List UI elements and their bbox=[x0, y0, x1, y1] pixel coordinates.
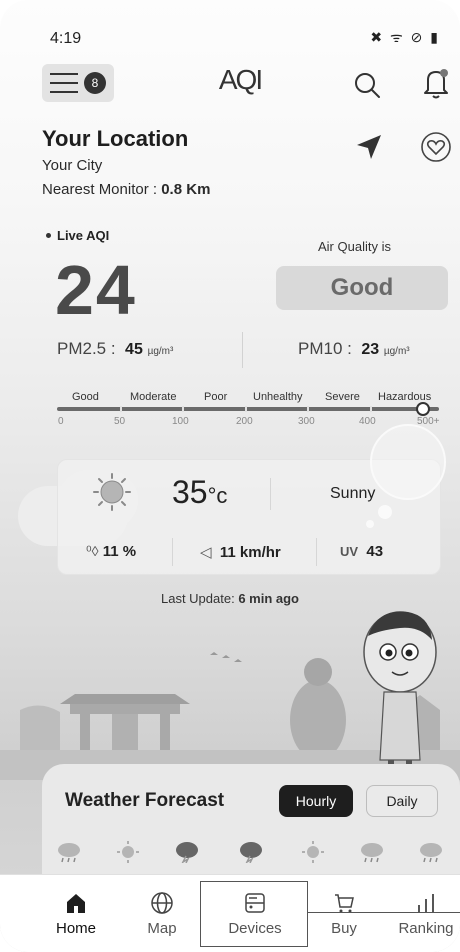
divider bbox=[270, 478, 271, 510]
menu-button[interactable]: 8 bbox=[42, 64, 114, 102]
scale-num: 50 bbox=[114, 416, 126, 427]
scale-num: 100 bbox=[172, 416, 189, 427]
highlight-line bbox=[308, 912, 460, 913]
uv-index: UV 43 bbox=[340, 543, 383, 560]
rain-cloud-icon bbox=[58, 843, 80, 863]
avatar: 8 bbox=[84, 72, 106, 94]
pm25-unit: µg/m³ bbox=[147, 346, 174, 357]
sun-icon bbox=[302, 841, 324, 863]
scale-num: 0 bbox=[58, 416, 64, 427]
nav-home-label: Home bbox=[55, 920, 96, 937]
scale-label-severe: Severe bbox=[325, 391, 360, 403]
scale-label-unhealthy: Unhealthy bbox=[253, 391, 303, 403]
divider bbox=[172, 538, 173, 566]
nav-map-label: Map bbox=[147, 920, 177, 937]
scale-label-good: Good bbox=[72, 391, 99, 403]
daily-tab-button[interactable]: Daily bbox=[366, 785, 438, 817]
location-city: Your City bbox=[42, 157, 103, 174]
bell-icon[interactable] bbox=[420, 66, 452, 100]
search-icon[interactable] bbox=[352, 70, 382, 100]
temperature-value: 35 bbox=[172, 474, 208, 510]
temperature-unit: °c bbox=[207, 483, 228, 508]
pm10-reading: PM10 : 23 µg/m³ bbox=[298, 339, 410, 359]
forecast-title: Weather Forecast bbox=[65, 790, 225, 811]
bubble-decoration bbox=[370, 424, 446, 500]
favorite-heart-icon[interactable] bbox=[419, 131, 453, 163]
sun-icon bbox=[117, 841, 139, 863]
scale-label-poor: Poor bbox=[204, 391, 228, 403]
monitor-distance: 0.8 Km bbox=[161, 181, 211, 198]
weather-condition: Sunny bbox=[330, 485, 376, 502]
scale-num: 300 bbox=[298, 416, 315, 427]
monitor-label: Nearest Monitor : bbox=[42, 181, 162, 198]
divider bbox=[316, 538, 317, 566]
scale-num: 200 bbox=[236, 416, 253, 427]
status-time: 4:19 bbox=[50, 30, 82, 47]
home-icon bbox=[67, 894, 85, 913]
pm25-reading: PM2.5 : 45 µg/m³ bbox=[57, 339, 173, 359]
scale-label-moderate: Moderate bbox=[130, 391, 177, 403]
uv-value: 43 bbox=[366, 543, 384, 560]
globe-icon bbox=[151, 892, 173, 914]
aqi-scale-marker bbox=[416, 402, 430, 416]
nav-home[interactable]: Home bbox=[40, 875, 112, 952]
location-title: Your Location bbox=[42, 126, 189, 151]
wind-direction-icon: ◁ bbox=[200, 544, 212, 561]
rain-cloud-icon bbox=[420, 843, 442, 863]
wind-value: 11 km/hr bbox=[219, 544, 281, 561]
city-skyline-illustration bbox=[0, 611, 460, 780]
air-quality-label: Air Quality is bbox=[318, 239, 391, 254]
nav-map[interactable]: Map bbox=[126, 875, 198, 952]
nav-ranking-label: Ranking bbox=[398, 920, 454, 937]
hamburger-icon bbox=[50, 73, 78, 93]
pm10-value: 23 bbox=[361, 341, 380, 358]
pm10-unit: µg/m³ bbox=[383, 346, 410, 357]
status-icons: ✖ ᯤ ⊘ ▮ bbox=[370, 29, 440, 45]
navigation-arrow-icon[interactable] bbox=[354, 132, 384, 162]
humidity-value: 11 % bbox=[102, 543, 137, 560]
pm25-label: PM2.5 : bbox=[57, 339, 116, 358]
bubble-decoration bbox=[378, 505, 392, 519]
storm-cloud-icon bbox=[176, 842, 198, 863]
aqi-scale-bar bbox=[57, 406, 439, 412]
scale-num: 400 bbox=[359, 416, 376, 427]
storm-cloud-icon bbox=[240, 842, 262, 863]
temperature: 35°c bbox=[172, 474, 227, 511]
live-aqi-label: Live AQI bbox=[46, 228, 109, 243]
aqi-value: 24 bbox=[55, 251, 137, 329]
pm10-label: PM10 : bbox=[298, 339, 352, 358]
pm-divider bbox=[242, 332, 243, 368]
pm25-value: 45 bbox=[125, 341, 143, 358]
app-screen: 4:19 ✖ ᯤ ⊘ ▮ 8 AQI Your Location Your Ci… bbox=[0, 0, 460, 952]
sun-icon bbox=[93, 473, 131, 511]
air-quality-status-badge: Good bbox=[276, 266, 448, 310]
humidity-icon: ⁰◊ bbox=[86, 543, 99, 559]
nav-buy[interactable]: Buy bbox=[310, 875, 378, 952]
rain-cloud-icon bbox=[361, 843, 383, 863]
nav-ranking[interactable]: Ranking bbox=[392, 875, 460, 952]
bubble-decoration bbox=[366, 520, 374, 528]
devices-highlight-frame bbox=[200, 881, 308, 947]
humidity: ⁰◊ 11 % bbox=[86, 543, 136, 560]
wind-speed: ◁ 11 km/hr bbox=[200, 543, 281, 561]
nav-buy-label: Buy bbox=[331, 920, 357, 937]
app-logo: AQI bbox=[218, 64, 263, 95]
uv-icon: UV bbox=[340, 544, 359, 559]
hourly-tab-button[interactable]: Hourly bbox=[279, 785, 353, 817]
nearest-monitor: Nearest Monitor : 0.8 Km bbox=[42, 181, 210, 198]
